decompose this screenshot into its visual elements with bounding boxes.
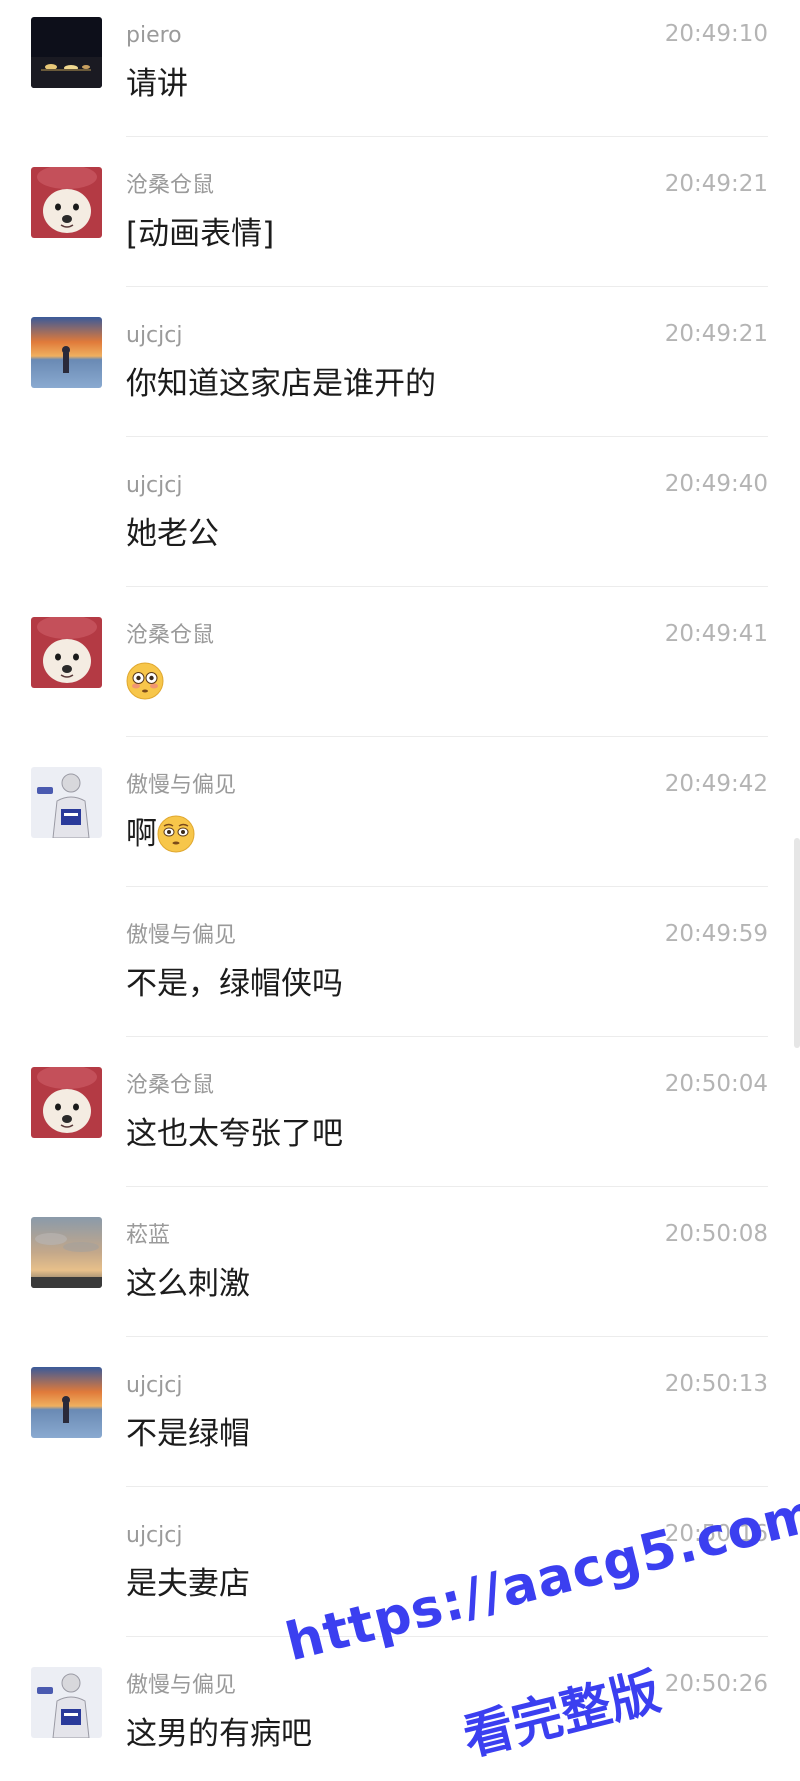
message-time: 20:49:21 — [664, 321, 768, 347]
message-text-content: [动画表情] — [126, 216, 275, 252]
message-text: 请讲 — [126, 62, 188, 106]
message-time: 20:50:13 — [664, 1371, 768, 1397]
divider — [126, 886, 768, 887]
message-time: 20:49:10 — [664, 21, 768, 47]
flushed-face-emoji-icon — [126, 662, 164, 700]
message-text: 她老公 — [126, 512, 219, 556]
divider — [126, 1636, 768, 1637]
dog-hood-avatar-icon — [31, 617, 102, 688]
message-text-content: 这么刺激 — [126, 1266, 250, 1302]
message-text-content: 啊 — [126, 816, 157, 852]
message-item[interactable]: 沧桑仓鼠 20:49:21 [动画表情] — [0, 150, 800, 300]
message-time: 20:49:59 — [664, 921, 768, 947]
message-item[interactable]: 傲慢与偏见 20:49:59 不是，绿帽侠吗 — [0, 900, 800, 1050]
divider — [126, 1036, 768, 1037]
message-text: 是夫妻店 — [126, 1562, 250, 1606]
dog-hood-avatar-icon — [31, 1067, 102, 1138]
message-text-content: 这男的有病吧 — [126, 1716, 312, 1752]
cloudy-sky-avatar-icon — [31, 1217, 102, 1288]
message-time: 20:50:16 — [664, 1521, 768, 1547]
divider — [126, 586, 768, 587]
message-item[interactable]: 沧桑仓鼠 20:49:41 — [0, 600, 800, 750]
message-item[interactable]: 傲慢与偏见 20:50:26 这男的有病吧 — [0, 1650, 800, 1781]
sender-name: piero — [126, 23, 182, 48]
message-text-content: 她老公 — [126, 516, 219, 552]
message-text: 这男的有病吧 — [126, 1712, 312, 1756]
message-text: 这也太夸张了吧 — [126, 1112, 343, 1156]
message-time: 20:50:08 — [664, 1221, 768, 1247]
message-text-content: 你知道这家店是谁开的 — [126, 366, 436, 402]
message-text: 你知道这家店是谁开的 — [126, 362, 436, 406]
divider — [126, 436, 768, 437]
divider — [126, 1186, 768, 1187]
sketch-person-avatar-icon — [31, 1667, 102, 1738]
sunset-figure-avatar-icon — [31, 317, 102, 388]
message-text: 不是，绿帽侠吗 — [126, 962, 343, 1006]
sender-name: ujcjcj — [126, 1523, 183, 1548]
sender-name: 沧桑仓鼠 — [126, 173, 215, 198]
sunset-figure-avatar-icon — [31, 1367, 102, 1438]
avatar[interactable] — [31, 1367, 102, 1438]
sender-name: ujcjcj — [126, 473, 183, 498]
message-text-content: 请讲 — [126, 66, 188, 102]
message-time: 20:50:04 — [664, 1071, 768, 1097]
avatar[interactable] — [31, 167, 102, 238]
message-text: 这么刺激 — [126, 1262, 250, 1306]
message-time: 20:49:42 — [664, 771, 768, 797]
message-text — [126, 662, 164, 700]
message-time: 20:49:41 — [664, 621, 768, 647]
message-text: 啊 — [126, 812, 195, 856]
divider — [126, 286, 768, 287]
message-text: [动画表情] — [126, 212, 274, 256]
message-item[interactable]: 傲慢与偏见 20:49:42 啊 — [0, 750, 800, 900]
dizzy-face-emoji-icon — [157, 815, 195, 853]
message-time: 20:50:26 — [664, 1671, 768, 1697]
message-item[interactable]: piero 20:49:10 请讲 — [0, 0, 800, 150]
message-item[interactable]: 沧桑仓鼠 20:50:04 这也太夸张了吧 — [0, 1050, 800, 1200]
message-item[interactable]: ujcjcj 20:49:40 她老公 — [0, 450, 800, 600]
sender-name: 傲慢与偏见 — [126, 773, 237, 798]
message-time: 20:49:40 — [664, 471, 768, 497]
avatar[interactable] — [31, 1217, 102, 1288]
sender-name: 沧桑仓鼠 — [126, 1073, 215, 1098]
sender-name: ujcjcj — [126, 323, 183, 348]
avatar[interactable] — [31, 317, 102, 388]
sender-name: 沧桑仓鼠 — [126, 623, 215, 648]
avatar[interactable] — [31, 617, 102, 688]
avatar[interactable] — [31, 1667, 102, 1738]
message-text-content: 这也太夸张了吧 — [126, 1116, 343, 1152]
sender-name: 傲慢与偏见 — [126, 1673, 237, 1698]
avatar[interactable] — [31, 1067, 102, 1138]
message-text-content: 不是，绿帽侠吗 — [126, 966, 343, 1002]
message-time: 20:49:21 — [664, 171, 768, 197]
message-item[interactable]: ujcjcj 20:49:21 你知道这家店是谁开的 — [0, 300, 800, 450]
message-text: 不是绿帽 — [126, 1412, 250, 1456]
avatar[interactable] — [31, 767, 102, 838]
message-text-content: 不是绿帽 — [126, 1416, 250, 1452]
divider — [126, 1486, 768, 1487]
message-text-content: 是夫妻店 — [126, 1566, 250, 1602]
sender-name: ujcjcj — [126, 1373, 183, 1398]
message-item[interactable]: ujcjcj 20:50:16 是夫妻店 — [0, 1500, 800, 1650]
sender-name: 傲慢与偏见 — [126, 923, 237, 948]
divider — [126, 1336, 768, 1337]
dog-hood-avatar-icon — [31, 167, 102, 238]
message-item[interactable]: 菘蓝 20:50:08 这么刺激 — [0, 1200, 800, 1350]
divider — [126, 136, 768, 137]
avatar[interactable] — [31, 17, 102, 88]
sender-name: 菘蓝 — [126, 1223, 171, 1248]
sketch-person-avatar-icon — [31, 767, 102, 838]
message-item[interactable]: ujcjcj 20:50:13 不是绿帽 — [0, 1350, 800, 1500]
divider — [126, 736, 768, 737]
scrollbar[interactable] — [794, 838, 800, 1048]
night-lights-avatar-icon — [31, 17, 102, 88]
